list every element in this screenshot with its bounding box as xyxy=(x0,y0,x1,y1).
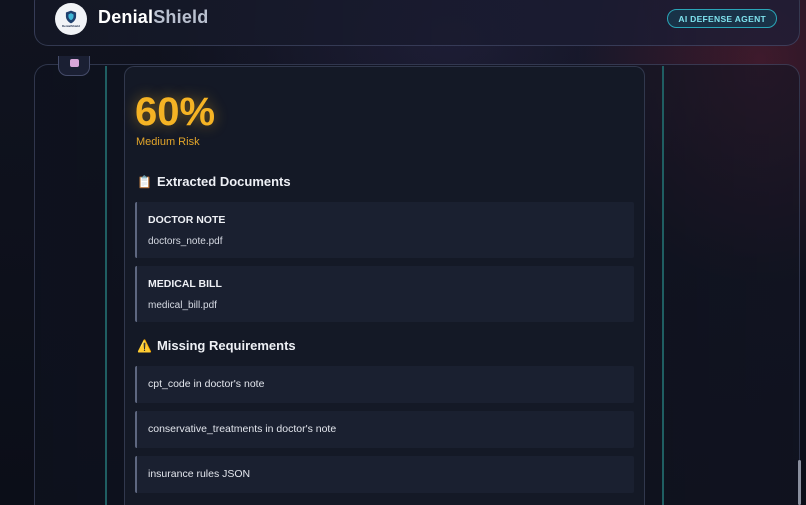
shield-logo-icon[interactable]: DenialShield xyxy=(55,3,87,35)
requirement-text: conservative_treatments in doctor's note xyxy=(148,423,337,435)
timeline-rail xyxy=(105,66,107,505)
brand-name: DenialShield xyxy=(98,7,208,28)
step-icon xyxy=(58,56,90,76)
app-header: DenialShield DenialShield AI DEFENSE AGE… xyxy=(34,0,800,46)
clipboard-icon: 📋 xyxy=(137,174,152,189)
document-type: DOCTOR NOTE xyxy=(148,214,226,226)
document-item[interactable]: MEDICAL BILL medical_bill.pdf xyxy=(135,266,634,322)
brand-name-part2: Shield xyxy=(153,7,209,27)
extracted-documents-heading: 📋 Extracted Documents xyxy=(137,174,291,189)
requirement-item[interactable]: insurance rules JSON xyxy=(135,456,634,493)
missing-requirements-title: Missing Requirements xyxy=(156,338,296,353)
risk-percentage: 60% xyxy=(135,90,216,134)
document-type: MEDICAL BILL xyxy=(148,278,222,290)
warning-icon: ⚠️ xyxy=(137,338,152,353)
document-icon xyxy=(70,59,79,67)
document-filename: medical_bill.pdf xyxy=(148,300,217,311)
risk-level: Medium Risk xyxy=(136,136,200,148)
requirement-item[interactable]: conservative_treatments in doctor's note xyxy=(135,411,634,448)
document-filename: doctors_note.pdf xyxy=(148,236,223,247)
brand-name-part1: Denial xyxy=(98,7,154,27)
requirement-text: insurance rules JSON xyxy=(148,468,251,480)
missing-requirements-heading: ⚠️ Missing Requirements xyxy=(137,338,296,353)
requirement-item[interactable]: cpt_code in doctor's note xyxy=(135,366,634,403)
requirement-text: cpt_code in doctor's note xyxy=(148,378,265,390)
ai-defense-badge: AI DEFENSE AGENT xyxy=(667,9,777,28)
shield-icon xyxy=(65,10,77,24)
page-scrollbar[interactable] xyxy=(798,460,801,505)
document-item[interactable]: DOCTOR NOTE doctors_note.pdf xyxy=(135,202,634,258)
timeline-rail-right xyxy=(662,66,664,505)
logo-text: DenialShield xyxy=(61,24,80,28)
extracted-documents-title: Extracted Documents xyxy=(156,174,291,189)
